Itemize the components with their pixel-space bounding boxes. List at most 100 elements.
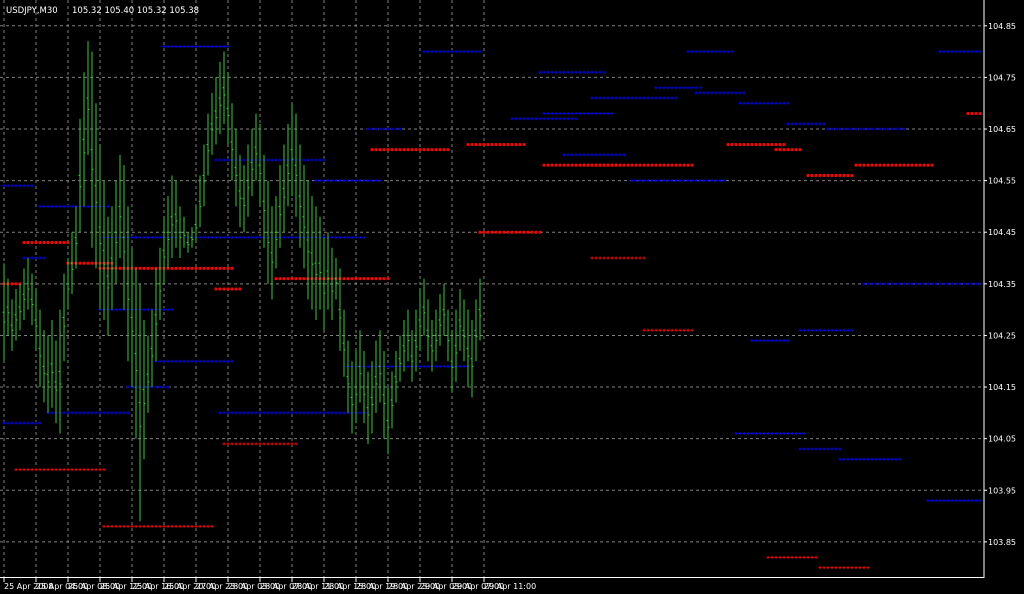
level-marker <box>142 266 146 270</box>
level-marker <box>22 241 26 245</box>
y-tick-label: 104.55 <box>988 177 1016 186</box>
level-red <box>726 142 786 147</box>
level-marker <box>570 163 574 167</box>
x-tick-label: 29 Apr 11:00 <box>484 582 536 591</box>
level-marker <box>426 148 430 152</box>
level-marker <box>770 142 774 147</box>
level-marker <box>58 241 62 245</box>
level-marker <box>218 287 222 291</box>
level-marker <box>778 142 782 147</box>
level-marker <box>526 230 530 234</box>
level-marker <box>766 142 770 147</box>
level-marker <box>874 163 878 167</box>
level-marker <box>214 266 218 270</box>
level-marker <box>970 111 974 116</box>
level-marker <box>42 241 46 245</box>
level-marker <box>374 277 378 281</box>
level-marker <box>494 230 498 234</box>
level-marker <box>486 142 490 147</box>
level-marker <box>366 277 370 281</box>
level-marker <box>510 230 514 234</box>
level-marker <box>590 163 594 167</box>
level-marker <box>82 261 86 265</box>
level-marker <box>978 111 982 116</box>
level-marker <box>434 148 438 152</box>
level-marker <box>490 230 494 234</box>
level-marker <box>922 163 926 167</box>
level-marker <box>78 261 82 265</box>
level-marker <box>90 261 94 265</box>
level-marker <box>234 287 238 291</box>
level-marker <box>878 163 882 167</box>
level-marker <box>562 163 566 167</box>
level-marker <box>414 148 418 152</box>
level-marker <box>150 266 154 270</box>
level-marker <box>862 163 866 167</box>
level-marker <box>842 173 846 178</box>
level-marker <box>794 148 798 152</box>
level-marker <box>170 266 174 270</box>
level-marker <box>518 230 522 234</box>
level-marker <box>598 163 602 167</box>
level-marker <box>214 287 218 291</box>
level-marker <box>762 142 766 147</box>
level-marker <box>202 266 206 270</box>
level-marker <box>198 266 202 270</box>
level-marker <box>230 266 234 270</box>
level-marker <box>370 277 374 281</box>
level-marker <box>826 173 830 178</box>
level-marker <box>782 142 786 147</box>
level-marker <box>210 266 214 270</box>
level-marker <box>838 173 842 178</box>
level-marker <box>350 277 354 281</box>
level-marker <box>558 163 562 167</box>
level-marker <box>778 148 782 152</box>
level-marker <box>274 277 278 281</box>
level-marker <box>742 142 746 147</box>
level-marker <box>734 142 738 147</box>
level-marker <box>490 142 494 147</box>
level-marker <box>522 230 526 234</box>
level-marker <box>382 148 386 152</box>
level-marker <box>662 163 666 167</box>
level-marker <box>286 277 290 281</box>
level-marker <box>534 230 538 234</box>
level-marker <box>486 230 490 234</box>
level-marker <box>790 148 794 152</box>
level-marker <box>466 142 470 147</box>
level-marker <box>478 142 482 147</box>
level-marker <box>546 163 550 167</box>
level-marker <box>238 287 242 291</box>
level-marker <box>654 163 658 167</box>
level-marker <box>530 230 534 234</box>
level-marker <box>846 173 850 178</box>
level-marker <box>378 277 382 281</box>
level-marker <box>634 163 638 167</box>
level-marker <box>774 148 778 152</box>
level-marker <box>118 266 122 270</box>
level-marker <box>746 142 750 147</box>
level-marker <box>974 111 978 116</box>
level-marker <box>222 266 226 270</box>
level-marker <box>54 241 58 245</box>
level-marker <box>386 148 390 152</box>
level-marker <box>902 163 906 167</box>
level-marker <box>510 142 514 147</box>
chart-header: USDJPY,M30 105.32 105.40 105.32 105.38 <box>6 6 199 16</box>
level-marker <box>226 287 230 291</box>
level-marker <box>626 163 630 167</box>
level-marker <box>894 163 898 167</box>
level-marker <box>622 163 626 167</box>
level-marker <box>378 148 382 152</box>
level-marker <box>362 277 366 281</box>
y-tick-label: 104.05 <box>988 435 1016 444</box>
level-marker <box>282 277 286 281</box>
level-marker <box>302 277 306 281</box>
level-marker <box>886 163 890 167</box>
level-marker <box>218 266 222 270</box>
level-marker <box>442 148 446 152</box>
level-marker <box>782 148 786 152</box>
level-marker <box>890 163 894 167</box>
level-marker <box>398 148 402 152</box>
level-marker <box>502 230 506 234</box>
